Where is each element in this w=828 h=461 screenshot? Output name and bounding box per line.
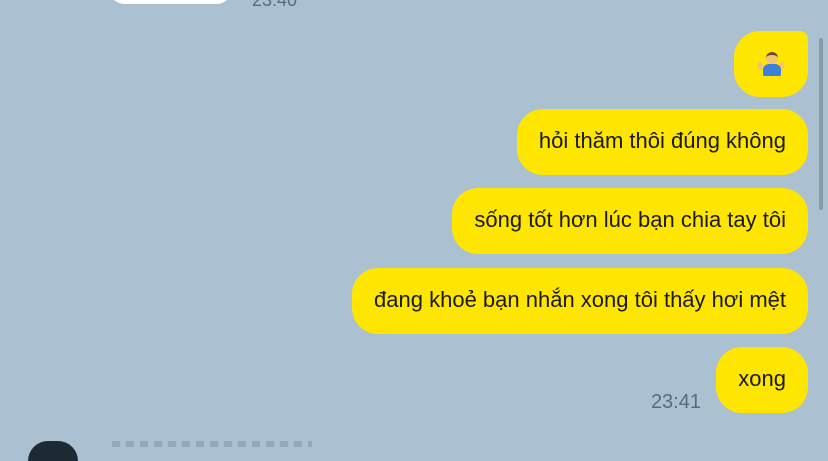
message-text: sống tốt hơn lúc bạn chia tay tôi bbox=[474, 207, 786, 232]
message-timestamp: 23:41 bbox=[650, 391, 701, 413]
outgoing-message-bubble[interactable]: sống tốt hơn lúc bạn chia tay tôi bbox=[452, 188, 808, 254]
incoming-message-bubble[interactable] bbox=[108, 0, 233, 4]
outgoing-message-bubble[interactable]: đang khoẻ bạn nhắn xong tôi thấy hơi mệt bbox=[352, 268, 808, 334]
outgoing-message-bubble[interactable]: xong bbox=[716, 347, 808, 413]
message-text: đang khoẻ bạn nhắn xong tôi thấy hơi mệt bbox=[374, 287, 786, 312]
message-timestamp: 23:40 bbox=[252, 0, 298, 10]
outgoing-message-bubble[interactable]: hỏi thăm thôi đúng không bbox=[516, 109, 808, 175]
avatar[interactable] bbox=[28, 441, 78, 461]
outgoing-message-bubble[interactable] bbox=[734, 31, 808, 97]
message-text: xong bbox=[738, 366, 786, 391]
message-text: hỏi thăm thôi đúng không bbox=[538, 128, 786, 153]
chat-area[interactable]: 23:40 hỏi thăm thôi đúng không sống tốt … bbox=[0, 0, 828, 461]
person-shrugging-icon bbox=[756, 50, 786, 78]
scrollbar[interactable] bbox=[819, 38, 823, 210]
sender-name-partial bbox=[112, 441, 312, 447]
